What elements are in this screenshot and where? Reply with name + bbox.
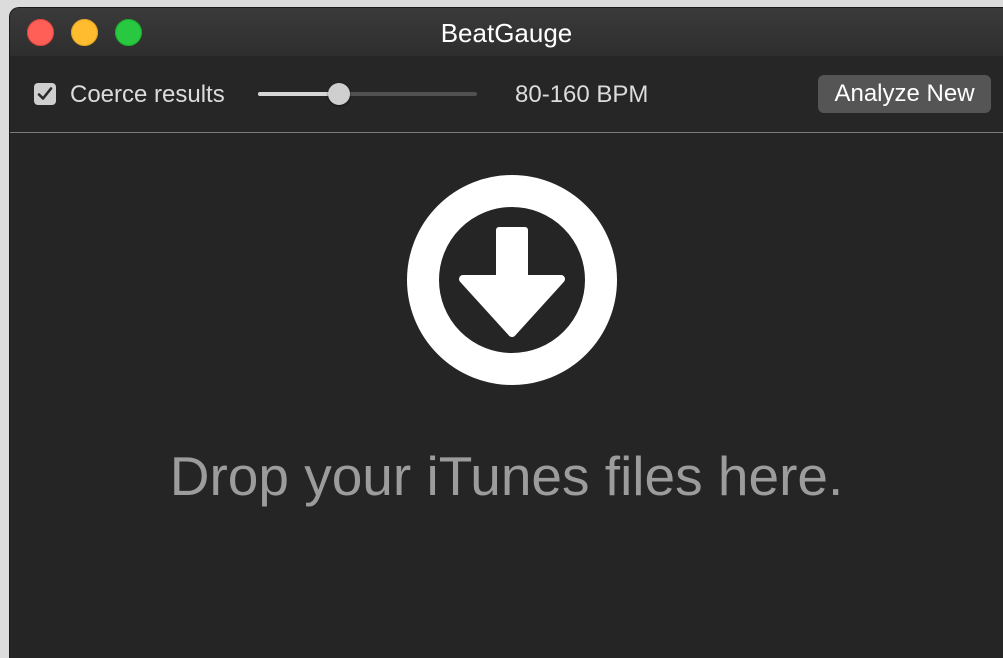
file-drop-zone[interactable]: Drop your iTunes files here. — [10, 133, 1003, 658]
bpm-slider-track[interactable] — [258, 92, 477, 96]
window-title: BeatGauge — [440, 18, 573, 48]
checkmark-icon — [37, 87, 53, 100]
app-window: BeatGauge Coerce results 80-160 BPM Anal… — [10, 8, 1003, 658]
bpm-slider-thumb[interactable] — [328, 83, 351, 105]
coerce-results-checkbox[interactable] — [34, 83, 56, 105]
drop-files-message: Drop your iTunes files here. — [169, 445, 844, 507]
toolbar: Coerce results 80-160 BPM Analyze New — [10, 56, 1003, 133]
analyze-new-button[interactable]: Analyze New — [818, 75, 991, 113]
bpm-slider-fill — [258, 92, 340, 96]
download-arrow-circle-icon — [407, 175, 617, 385]
bpm-range-label: 80-160 BPM — [515, 81, 649, 108]
titlebar[interactable]: BeatGauge — [10, 8, 1003, 56]
coerce-results-label[interactable]: Coerce results — [70, 80, 225, 110]
